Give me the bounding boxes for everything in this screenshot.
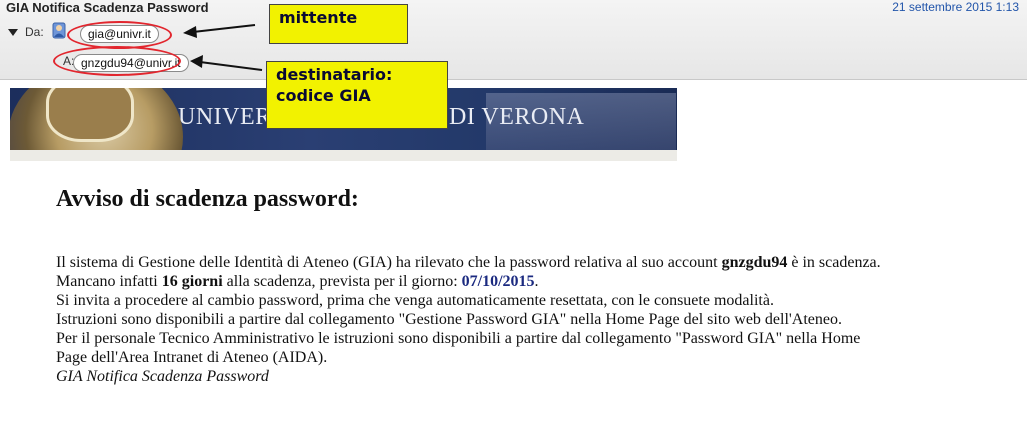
recipient-highlight-ring: [53, 46, 181, 76]
body-line-2: Mancano infatti 16 giorni alla scadenza,…: [56, 272, 996, 291]
body-line-4: Istruzioni sono disponibili a partire da…: [56, 311, 842, 328]
contact-card-icon[interactable]: [52, 22, 68, 40]
body-line-1: Il sistema di Gestione delle Identità di…: [56, 253, 996, 272]
body-line-2-text-a: Mancano infatti: [56, 273, 162, 290]
recipient-callout-line1: destinatario:: [276, 65, 393, 84]
account-code: gnzgdu94: [721, 254, 788, 271]
body-line-1-text-a: Il sistema di Gestione delle Identità di…: [56, 254, 722, 271]
body-line-2-text-b: alla scadenza, prevista per il giorno:: [222, 273, 462, 290]
banner-strip: [10, 150, 677, 161]
message-body: Avviso di scadenza password: Il sistema …: [56, 186, 996, 386]
message-subject: GIA Notifica Scadenza Password: [6, 0, 209, 15]
body-line-2-text-c: .: [534, 273, 539, 290]
body-line-1-text-b: è in scadenza.: [787, 254, 881, 271]
body-line-3: Si invita a procedere al cambio password…: [56, 292, 774, 309]
message-signature: GIA Notifica Scadenza Password: [56, 368, 269, 385]
message-text: Il sistema di Gestione delle Identità di…: [56, 253, 996, 386]
expiry-date: 07/10/2015: [461, 273, 535, 290]
seal-emblem: [46, 88, 134, 142]
sender-highlight-ring: [67, 21, 172, 49]
disclosure-triangle-icon[interactable]: [8, 29, 18, 36]
sender-callout: mittente: [269, 4, 408, 44]
banner-text-right: DI VERONA: [449, 104, 585, 130]
message-title: Avviso di scadenza password:: [56, 186, 359, 212]
recipient-callout: destinatario: codice GIA: [266, 61, 448, 129]
from-label: Da:: [25, 25, 44, 39]
message-date: 21 settembre 2015 1:13: [892, 0, 1019, 14]
body-line-5: Per il personale Tecnico Amministrativo …: [56, 330, 861, 347]
days-remaining: 16 giorni: [161, 273, 223, 290]
sender-callout-text: mittente: [279, 8, 358, 27]
body-line-6: Page dell'Area Intranet di Ateneo (AIDA)…: [56, 349, 328, 366]
recipient-callout-line2: codice GIA: [276, 86, 371, 105]
